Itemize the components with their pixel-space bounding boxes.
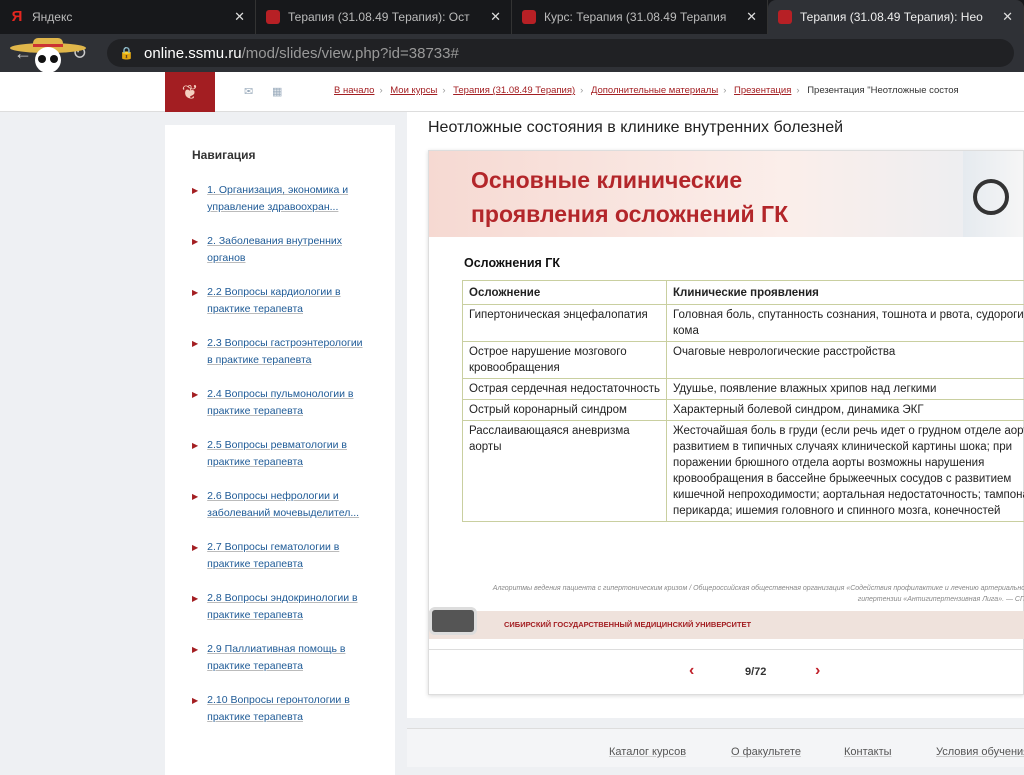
- slide-viewer: Основные клиническиепроявления осложнени…: [428, 150, 1024, 695]
- breadcrumb-materials[interactable]: Дополнительные материалы: [591, 85, 718, 96]
- next-slide-button[interactable]: ›: [815, 662, 820, 680]
- tab-yandex[interactable]: ЯЯндекс✕: [0, 0, 256, 34]
- close-tab-icon[interactable]: ✕: [234, 9, 245, 25]
- nav-item[interactable]: ▶2.3 Вопросы гастроэнтерологии в практик…: [192, 335, 395, 369]
- footer-link-faculty[interactable]: О факультете: [731, 746, 801, 758]
- site-header: ❦ ✉ ▦ В начало› Мои курсы› Терапия (31.0…: [0, 72, 1024, 112]
- complications-table: ОсложнениеКлинические проявления Гиперто…: [462, 280, 1024, 522]
- close-tab-icon[interactable]: ✕: [746, 9, 757, 25]
- bullet-icon: ▶: [192, 335, 198, 369]
- breadcrumb-course[interactable]: Терапия (31.08.49 Терапия): [453, 85, 575, 96]
- navigation-title: Навигация: [192, 148, 395, 162]
- tonometer-image: [429, 607, 477, 635]
- nav-item[interactable]: ▶2.5 Вопросы ревматологии в практике тер…: [192, 437, 395, 471]
- bullet-icon: ▶: [192, 182, 198, 216]
- site-footer: Каталог курсов О факультете Контакты Усл…: [407, 728, 1024, 767]
- footer-link-contacts[interactable]: Контакты: [844, 746, 892, 758]
- slide-counter: 9/72: [745, 666, 766, 678]
- ssmu-icon: [266, 10, 280, 24]
- complication-cell: Острая сердечная недостаточность: [463, 379, 667, 400]
- tab-therapy-active[interactable]: Терапия (31.08.49 Терапия): Нео✕: [768, 0, 1024, 34]
- bullet-icon: ▶: [192, 641, 198, 675]
- breadcrumb-my-courses[interactable]: Мои курсы: [390, 85, 437, 96]
- close-tab-icon[interactable]: ✕: [490, 9, 501, 25]
- table-row: Острый коронарный синдромХарактерный бол…: [463, 400, 1024, 421]
- breadcrumb-current: Презентация "Неотложные состоя: [807, 85, 959, 96]
- nav-item[interactable]: ▶2.6 Вопросы нефрологии и заболеваний мо…: [192, 488, 395, 522]
- nav-item[interactable]: ▶1. Организация, экономика и управление …: [192, 182, 395, 216]
- table-row: Острое нарушение мозгового кровообращени…: [463, 342, 1024, 379]
- tab-course[interactable]: Курс: Терапия (31.08.49 Терапия✕: [512, 0, 768, 34]
- nav-item[interactable]: ▶2.8 Вопросы эндокринологии в практике т…: [192, 590, 395, 624]
- manifestation-cell: Головная боль, спутанность сознания, тош…: [667, 305, 1024, 342]
- bullet-icon: ▶: [192, 386, 198, 420]
- nav-item[interactable]: ▶2.10 Вопросы геронтологии в практике те…: [192, 692, 395, 726]
- bullet-icon: ▶: [192, 437, 198, 471]
- breadcrumb-presentation[interactable]: Презентация: [734, 85, 791, 96]
- lock-icon: 🔒: [119, 46, 134, 60]
- column-header: Клинические проявления: [667, 281, 1024, 305]
- column-header: Осложнение: [463, 281, 667, 305]
- browser-tab-bar: ЯЯндекс✕ Терапия (31.08.49 Терапия): Ост…: [0, 0, 1024, 34]
- table-row: Гипертоническая энцефалопатияГоловная бо…: [463, 305, 1024, 342]
- prev-slide-button[interactable]: ‹: [689, 662, 694, 680]
- nav-item[interactable]: ▶2.2 Вопросы кардиологии в практике тера…: [192, 284, 395, 318]
- slide-header: Основные клиническиепроявления осложнени…: [429, 151, 1023, 237]
- complication-cell: Гипертоническая энцефалопатия: [463, 305, 667, 342]
- bullet-icon: ▶: [192, 233, 198, 267]
- table-row: Острая сердечная недостаточностьУдушье, …: [463, 379, 1024, 400]
- bullet-icon: ▶: [192, 692, 198, 726]
- ssmu-icon: [778, 10, 792, 24]
- footer-link-catalog[interactable]: Каталог курсов: [609, 746, 686, 758]
- bullet-icon: ▶: [192, 539, 198, 573]
- slide-footer-band: СИБИРСКИЙ ГОСУДАРСТВЕННЫЙ МЕДИЦИНСКИЙ УН…: [429, 611, 1024, 639]
- footer-link-terms[interactable]: Условия обучения: [936, 746, 1024, 758]
- slide-citation: Алгоритмы ведения пациента с гипертониче…: [459, 583, 1024, 605]
- manifestation-cell: Жесточайшая боль в груди (если речь идет…: [667, 421, 1024, 522]
- university-logo[interactable]: ❦: [165, 72, 215, 112]
- breadcrumb-home[interactable]: В начало: [334, 85, 374, 96]
- complication-cell: Острое нарушение мозгового кровообращени…: [463, 342, 667, 379]
- slide-heading: Основные клиническиепроявления осложнени…: [471, 163, 788, 231]
- calendar-icon[interactable]: ▦: [272, 85, 282, 98]
- manifestation-cell: Характерный болевой синдром, динамика ЭК…: [667, 400, 1024, 421]
- nav-item[interactable]: ▶2. Заболевания внутренних органов: [192, 233, 395, 267]
- tab-therapy-1[interactable]: Терапия (31.08.49 Терапия): Ост✕: [256, 0, 512, 34]
- stethoscope-image: [963, 151, 1023, 237]
- skull-theme-icon: [8, 34, 88, 74]
- nav-item[interactable]: ▶2.9 Паллиативная помощь в практике тера…: [192, 641, 395, 675]
- nav-item[interactable]: ▶2.4 Вопросы пульмонологии в практике те…: [192, 386, 395, 420]
- navigation-block: Навигация ▶1. Организация, экономика и у…: [165, 125, 395, 775]
- slide-subtitle: Осложнения ГК: [464, 256, 560, 270]
- complication-cell: Острый коронарный синдром: [463, 400, 667, 421]
- close-tab-icon[interactable]: ✕: [1002, 9, 1013, 25]
- yandex-icon: Я: [10, 10, 24, 24]
- nav-item[interactable]: ▶2.7 Вопросы гематологии в практике тера…: [192, 539, 395, 573]
- slide-pager: ‹ 9/72 ›: [429, 649, 1024, 695]
- table-row: Расслаивающаяся аневризма аортыЖесточайш…: [463, 421, 1024, 522]
- breadcrumb: В начало› Мои курсы› Терапия (31.08.49 Т…: [334, 85, 959, 96]
- mail-icon[interactable]: ✉: [244, 85, 253, 98]
- bullet-icon: ▶: [192, 488, 198, 522]
- complication-cell: Расслаивающаяся аневризма аорты: [463, 421, 667, 522]
- page-title: Неотложные состояния в клинике внутренни…: [428, 119, 843, 137]
- bullet-icon: ▶: [192, 284, 198, 318]
- url-input[interactable]: 🔒online.ssmu.ru/mod/slides/view.php?id=3…: [107, 39, 1014, 67]
- address-bar: ← ↻ 🔒online.ssmu.ru/mod/slides/view.php?…: [0, 34, 1024, 72]
- manifestation-cell: Удушье, появление влажных хрипов над лег…: [667, 379, 1024, 400]
- manifestation-cell: Очаговые неврологические расстройства: [667, 342, 1024, 379]
- bullet-icon: ▶: [192, 590, 198, 624]
- ssmu-icon: [522, 10, 536, 24]
